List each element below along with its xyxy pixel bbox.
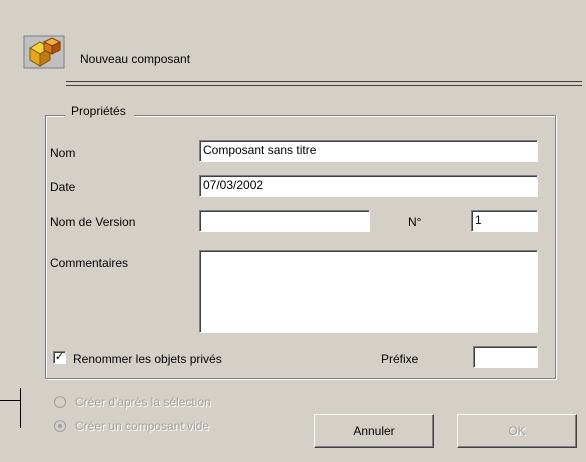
rename-label: Renommer les objets privés xyxy=(73,352,222,366)
dialog-title: Nouveau composant xyxy=(80,52,191,66)
nom-input[interactable]: Composant sans titre xyxy=(199,140,538,162)
prefix-label: Préfixe xyxy=(381,352,419,366)
radio-empty-component[interactable] xyxy=(54,420,66,432)
properties-legend: Propriétés xyxy=(65,104,134,118)
header-divider xyxy=(66,81,582,82)
radio-from-selection[interactable] xyxy=(54,396,66,408)
version-label: Nom de Version xyxy=(50,215,136,229)
cancel-button[interactable]: Annuler xyxy=(314,414,434,448)
date-input[interactable]: 07/03/2002 xyxy=(199,175,538,197)
from-selection-label: Créer d'après la sélection xyxy=(75,395,211,409)
ok-button[interactable]: OK xyxy=(457,414,577,448)
nom-label: Nom xyxy=(50,146,76,160)
bracket-line-vertical xyxy=(20,388,21,428)
empty-component-label: Créer un composant vide xyxy=(75,419,210,433)
numero-input[interactable]: 1 xyxy=(471,210,538,232)
prefix-input[interactable] xyxy=(473,346,538,368)
commentaires-label: Commentaires xyxy=(50,256,129,270)
checkmark-icon: ✓ xyxy=(54,351,65,363)
numero-label: N° xyxy=(408,215,422,229)
date-label: Date xyxy=(50,180,76,194)
radio-selected-dot xyxy=(58,424,62,428)
bracket-line-horizontal xyxy=(0,400,20,401)
cube-component-icon xyxy=(22,34,66,70)
commentaires-textarea[interactable] xyxy=(199,250,538,333)
version-input[interactable] xyxy=(199,210,370,232)
properties-legend-text: Propriétés xyxy=(71,104,126,118)
rename-checkbox[interactable]: ✓ xyxy=(53,351,66,364)
header-divider-2 xyxy=(66,85,582,86)
